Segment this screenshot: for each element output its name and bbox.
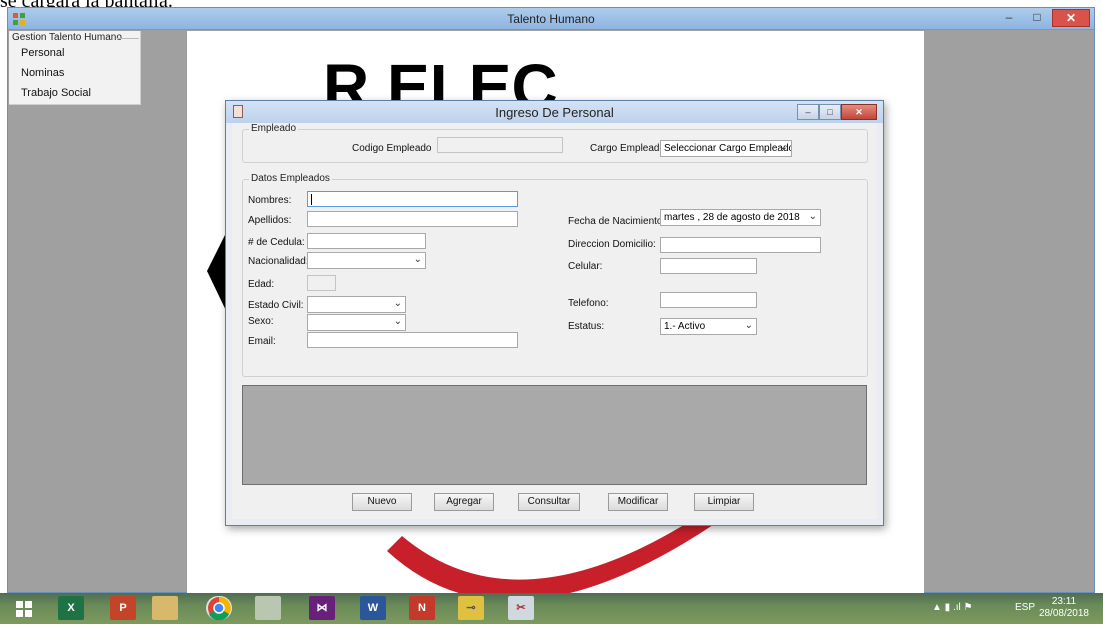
maximize-button[interactable]: □	[1024, 9, 1050, 27]
edad-label: Edad:	[248, 279, 275, 290]
email-label: Email:	[248, 336, 276, 347]
main-window-title: Talento Humano	[507, 12, 595, 26]
visual-studio-icon[interactable]: ⋈	[309, 596, 335, 620]
limpiar-button[interactable]: Limpiar	[694, 493, 754, 511]
nacionalidad-label: Nacionalidad:	[248, 256, 309, 267]
codigo-empleado-field[interactable]	[437, 137, 563, 153]
close-button[interactable]: ✕	[1052, 9, 1090, 27]
apellidos-label: Apellidos:	[248, 215, 292, 226]
agregar-button[interactable]: Agregar	[434, 493, 494, 511]
main-titlebar[interactable]: Talento Humano – □ ✕	[8, 8, 1094, 30]
empleado-group-title: Empleado	[249, 123, 299, 134]
dialog-close-button[interactable]: ✕	[841, 104, 877, 120]
cedula-field[interactable]	[307, 233, 426, 249]
edad-field[interactable]	[307, 275, 336, 291]
taskbar: X P ⋈ W N ⊸ ✂ ▲ ▮ .ıl ⚑ ESP 23:11 28/08/…	[0, 593, 1103, 624]
menu-item-trabajo-social[interactable]: Trabajo Social	[21, 87, 91, 99]
menu-group-title: Gestion Talento Humano	[12, 32, 122, 43]
estatus-value: 1.- Activo	[664, 321, 706, 332]
chevron-down-icon: ⌄	[393, 316, 402, 327]
direccion-field[interactable]	[660, 237, 821, 253]
nombres-field[interactable]	[307, 191, 518, 207]
cargo-empleado-label: Cargo Empleado	[590, 143, 666, 154]
navigation-menu: Gestion Talento Humano Personal Nominas …	[9, 31, 141, 105]
nombres-label: Nombres:	[248, 195, 292, 206]
dialog-minimize-button[interactable]: –	[797, 104, 819, 120]
dialog-maximize-button[interactable]: □	[819, 104, 841, 120]
ingreso-personal-dialog: Ingreso De Personal – □ ✕ Empleado Codig…	[225, 100, 884, 526]
text-caret	[311, 194, 312, 205]
cedula-label: # de Cedula:	[248, 237, 305, 248]
clock-time: 23:11	[1051, 596, 1077, 607]
estatus-select[interactable]: 1.- Activo ⌄	[660, 318, 757, 335]
network-icon[interactable]: ▲ ▮ .ıl ⚑	[932, 602, 972, 613]
modificar-button[interactable]: Modificar	[608, 493, 668, 511]
powerpoint-icon[interactable]: P	[110, 596, 136, 620]
nuevo-button[interactable]: Nuevo	[352, 493, 412, 511]
sexo-label: Sexo:	[248, 316, 274, 327]
estado-civil-select[interactable]: ⌄	[307, 296, 406, 313]
chevron-down-icon: ⌄	[413, 254, 422, 265]
consultar-button[interactable]: Consultar	[518, 493, 580, 511]
menu-item-nominas[interactable]: Nominas	[21, 67, 64, 79]
chevron-down-icon: ⌄	[744, 320, 753, 331]
office-app-icon[interactable]: N	[409, 596, 435, 620]
telefono-label: Telefono:	[568, 298, 609, 309]
codigo-empleado-label: Codigo Empleado	[352, 143, 432, 154]
fecha-nacimiento-label: Fecha de Nacimiento:	[568, 216, 666, 227]
chrome-icon[interactable]	[206, 596, 232, 621]
celular-field[interactable]	[660, 258, 757, 274]
direccion-label: Direccion Domicilio:	[568, 239, 656, 250]
minimize-button[interactable]: –	[996, 9, 1022, 27]
menu-group-divider	[117, 38, 139, 39]
snipping-tool-icon[interactable]: ✂	[508, 596, 534, 620]
chevron-down-icon: ⌄	[393, 298, 402, 309]
clock-date: 28/08/2018	[1038, 608, 1089, 619]
email-field[interactable]	[307, 332, 518, 348]
empleados-data-grid[interactable]	[242, 385, 867, 485]
menu-item-personal[interactable]: Personal	[21, 47, 64, 59]
fecha-nacimiento-picker[interactable]: martes , 28 de agosto de 2018 ⌄	[660, 209, 821, 226]
apellidos-field[interactable]	[307, 211, 518, 227]
windows-start-icon[interactable]	[16, 601, 32, 617]
chevron-down-icon: ⌄	[779, 142, 788, 153]
fecha-nacimiento-value: martes , 28 de agosto de 2018	[664, 212, 800, 223]
dialog-title: Ingreso De Personal	[495, 105, 614, 120]
system-clock[interactable]: 23:11 28/08/2018	[1039, 596, 1089, 620]
cargo-empleado-value: Seleccionar Cargo Empleado	[664, 143, 792, 154]
estatus-label: Estatus:	[568, 321, 605, 332]
word-icon[interactable]: W	[360, 596, 386, 620]
dialog-titlebar[interactable]: Ingreso De Personal – □ ✕	[226, 101, 883, 123]
excel-icon[interactable]: X	[58, 596, 84, 620]
language-indicator[interactable]: ESP	[1015, 602, 1035, 613]
key-icon[interactable]: ⊸	[458, 596, 484, 620]
cargo-empleado-select[interactable]: Seleccionar Cargo Empleado ⌄	[660, 140, 792, 157]
chevron-down-icon: ⌄	[808, 211, 817, 222]
telefono-field[interactable]	[660, 292, 757, 308]
file-explorer-icon[interactable]	[152, 596, 178, 620]
setup-tool-icon[interactable]	[255, 596, 281, 620]
nacionalidad-select[interactable]: ⌄	[307, 252, 426, 269]
datos-empleados-group-title: Datos Empleados	[249, 173, 332, 184]
dialog-body: Empleado Codigo Empleado Cargo Empleado …	[232, 123, 877, 519]
celular-label: Celular:	[568, 261, 603, 272]
estado-civil-label: Estado Civil:	[248, 300, 304, 311]
sexo-select[interactable]: ⌄	[307, 314, 406, 331]
